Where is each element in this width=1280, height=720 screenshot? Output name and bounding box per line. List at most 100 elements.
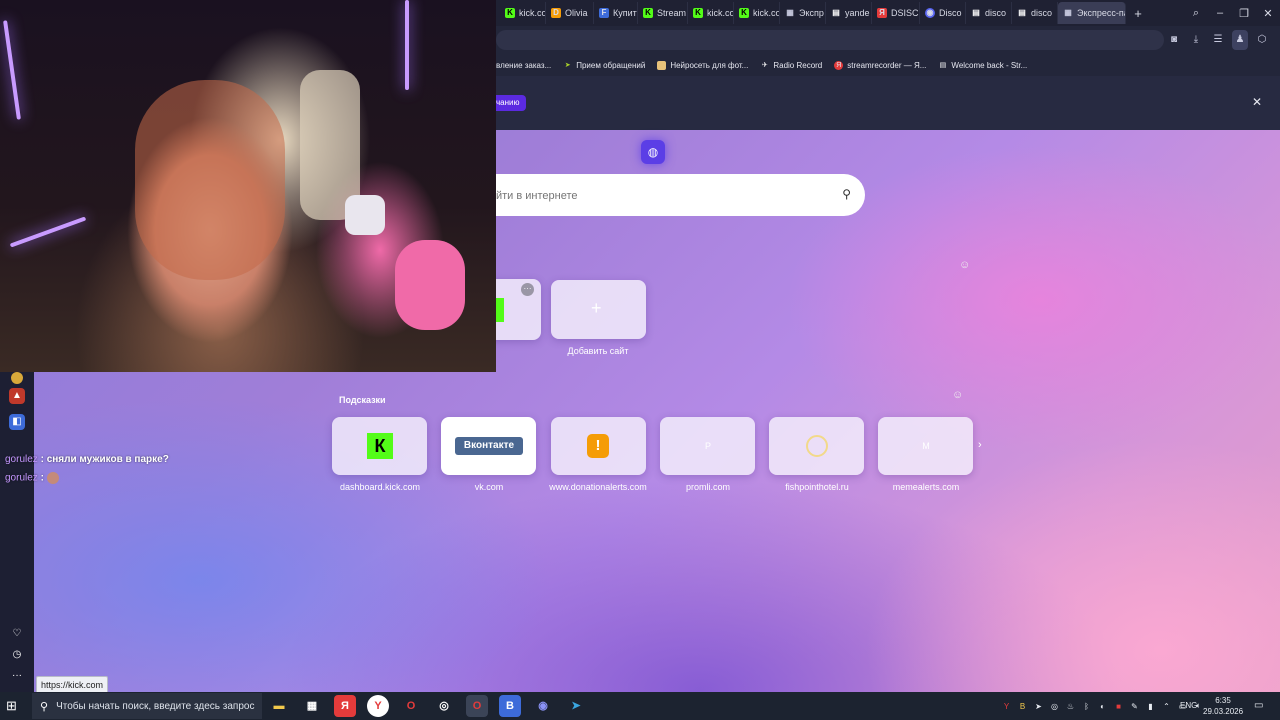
smiley-icon[interactable]: ☺ (959, 259, 970, 271)
kick-icon: K (643, 8, 653, 18)
b-tray-icon[interactable]: B (1016, 702, 1029, 711)
minimize-icon[interactable]: – (1208, 7, 1232, 19)
tab-label: DSISC (891, 8, 919, 18)
search-input[interactable] (494, 174, 798, 218)
tab-kick-1[interactable]: K kick.co (500, 2, 546, 24)
tab-search-icon[interactable]: ⌕ (1184, 7, 1208, 20)
taskbar-search[interactable]: ⚲ Чтобы начать поиск, введите здесь запр… (32, 693, 262, 719)
close-window-icon[interactable]: ✕ (1256, 7, 1280, 20)
app-tray-icon[interactable]: ■ (1112, 702, 1125, 711)
tab-express-1[interactable]: ▦ Экспр (780, 2, 826, 24)
tab-label: kick.co (707, 8, 734, 18)
tab-kick-3[interactable]: K kick.co (734, 2, 780, 24)
language-indicator[interactable]: ENG (1180, 701, 1197, 710)
kick-icon: K (739, 8, 749, 18)
image-icon (657, 60, 667, 70)
windows-start-icon[interactable]: ⊞ (6, 698, 17, 714)
app-icon[interactable]: ◧ (9, 414, 25, 430)
opera-gx-icon[interactable]: O (466, 695, 488, 717)
bookmark-item[interactable]: ✈ Radio Record (760, 61, 822, 70)
more-options-icon[interactable]: ··· (521, 283, 534, 296)
store-icon[interactable]: ▦ (301, 695, 323, 717)
chat-username: gorulez (5, 454, 38, 465)
tab-olivia[interactable]: D Olivia (546, 2, 594, 24)
bookmark-label: вление заказ... (496, 60, 552, 70)
tab-stream[interactable]: K Stream (638, 2, 688, 24)
neon-light (3, 20, 21, 120)
notifications-icon[interactable]: ▭ (1254, 700, 1263, 711)
suggestion-label: memealerts.com (892, 482, 960, 492)
tab-label: yande (845, 8, 870, 18)
clock[interactable]: 6:35 29.03.2026 (1203, 695, 1243, 717)
address-bar-actions: ◙ ⤓ ☰ ♟ ⬡ (1166, 30, 1270, 50)
tab-label: Экспресс-па (1077, 8, 1126, 18)
pen-icon[interactable]: ✎ (1128, 702, 1141, 711)
yandex-music-icon[interactable]: Я (334, 695, 356, 717)
telegram-icon[interactable]: ➤ (565, 695, 587, 717)
bookmark-item[interactable]: ▤ Welcome back - Str... (938, 61, 1028, 70)
tab-kick-2[interactable]: K kick.co (688, 2, 734, 24)
chat-message: gorulez : сняли мужиков в парке? (5, 454, 169, 465)
tab-label: kick.co (753, 8, 780, 18)
tab-disco-doc-1[interactable]: ▤ disco (966, 2, 1012, 24)
app-icon[interactable]: ▲ (9, 388, 25, 404)
vk-icon[interactable]: B (499, 695, 521, 717)
restore-icon[interactable]: ❐ (1232, 7, 1256, 20)
url-field[interactable] (496, 30, 1164, 50)
tab-label: kick.co (519, 8, 546, 18)
clock-date: 29.03.2026 (1203, 707, 1244, 716)
donationalerts-icon: D (551, 8, 561, 18)
tab-discord[interactable]: ◉ Disco (920, 2, 966, 24)
clock-time: 6:35 (1215, 696, 1231, 705)
file-explorer-icon[interactable]: ▬ (268, 695, 290, 717)
obs-tray-icon[interactable]: ◎ (1048, 702, 1061, 711)
chevron-right-icon[interactable]: › (978, 439, 982, 451)
telegram-tray-icon[interactable]: ➤ (1032, 702, 1045, 711)
grid-icon: ▦ (1064, 8, 1072, 17)
taskbar: ⊞ ⚲ Чтобы начать поиск, введите здесь за… (0, 692, 1280, 720)
extensions-icon[interactable]: ⬡ (1254, 30, 1270, 50)
obs-icon[interactable]: ◎ (433, 695, 455, 717)
system-tray: Y B ➤ ◎ ♨ ᛒ ◐ ■ ✎ ▮ ⌃ ▭ 🔈︎ (1000, 692, 1205, 720)
yandex-browser-icon[interactable]: Y (367, 695, 389, 717)
bookmark-item[interactable]: Нейросеть для фот... (657, 60, 748, 70)
vk-logo: Вконтакте (455, 437, 523, 455)
kick-icon: K (693, 8, 703, 18)
close-icon[interactable]: ✕ (1252, 95, 1262, 109)
discord-icon[interactable]: ◉ (532, 695, 554, 717)
smiley-icon[interactable]: ☺ (952, 389, 963, 401)
bookmark-item[interactable]: ➤ Прием обращений (563, 61, 646, 70)
profile-icon[interactable]: ♟ (1232, 30, 1248, 50)
tab-express-active[interactable]: ▦ Экспресс-па (1058, 2, 1126, 24)
avatar-icon[interactable] (11, 372, 23, 384)
bookmark-label: Radio Record (773, 60, 823, 70)
history-icon[interactable]: ◷ (9, 647, 25, 663)
window-controls: ⌕ – ❐ ✕ (1184, 0, 1280, 26)
browser-sidebar: ▲ ◧ ♡ ◷ ··· (0, 372, 34, 692)
bookmark-item[interactable]: вление заказ... (496, 61, 551, 70)
steam-tray-icon[interactable]: ♨ (1064, 702, 1077, 711)
download-icon[interactable]: ⤓ (1188, 30, 1204, 50)
tab-disco-doc-2[interactable]: ▤ disco (1012, 2, 1058, 24)
menu-icon[interactable]: ☰ (1210, 30, 1226, 50)
new-tab-button[interactable]: + (1130, 6, 1146, 21)
tab-kupit[interactable]: F Купит (594, 2, 638, 24)
yandex-tray-icon[interactable]: Y (1000, 702, 1013, 711)
doc-icon: ▤ (972, 8, 980, 17)
chevron-up-icon[interactable]: ⌃ (1160, 702, 1173, 711)
tab-label: Disco (939, 8, 962, 18)
notice-action-button[interactable]: чанию (496, 95, 526, 111)
microphone-icon[interactable]: ▮ (1144, 702, 1157, 711)
tab-dsisc[interactable]: Я DSISC (872, 2, 920, 24)
bookmark-item[interactable]: Я streamrecorder — Я... (834, 60, 926, 70)
donationalerts-logo: ! (587, 434, 609, 458)
tab-yandex[interactable]: ▤ yande (826, 2, 872, 24)
more-icon[interactable]: ··· (9, 668, 25, 684)
bluetooth-icon[interactable]: ᛒ (1080, 702, 1093, 711)
steam-icon[interactable]: ◐ (1096, 702, 1109, 711)
opera-icon[interactable]: O (400, 695, 422, 717)
camera-icon[interactable]: ◙ (1166, 30, 1182, 50)
globe-icon[interactable]: ◍ (641, 140, 665, 164)
search-icon[interactable]: ⚲ (842, 187, 851, 201)
heart-icon[interactable]: ♡ (9, 626, 25, 642)
